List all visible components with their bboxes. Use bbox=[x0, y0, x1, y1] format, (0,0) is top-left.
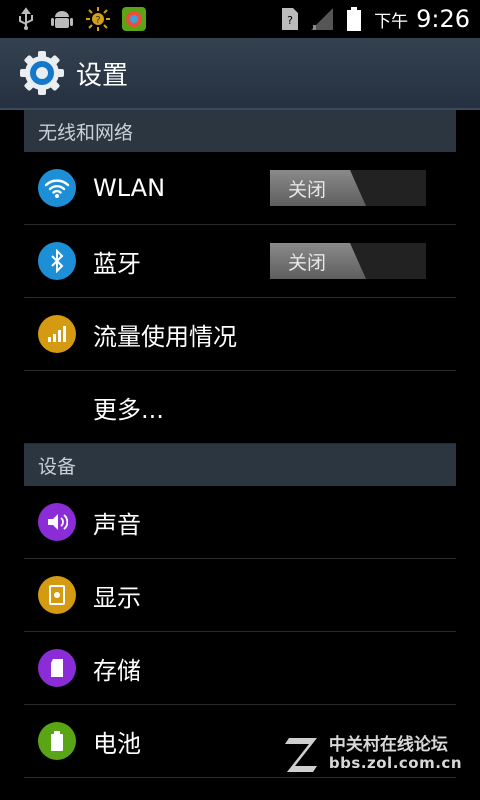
setting-label: 电池 bbox=[93, 729, 141, 758]
setting-label: 存储 bbox=[93, 656, 141, 685]
page-title: 设置 bbox=[76, 60, 129, 91]
section-header-device: 设备 bbox=[24, 444, 456, 486]
android-debug-icon bbox=[50, 7, 74, 31]
setting-display[interactable]: 显示 bbox=[24, 559, 456, 632]
blank-icon-slot bbox=[38, 388, 76, 426]
setting-label: WLAN bbox=[93, 174, 166, 202]
signal-icon bbox=[310, 7, 334, 31]
action-bar: 设置 bbox=[0, 38, 480, 110]
setting-label: 声音 bbox=[93, 510, 141, 539]
watermark: 中关村在线论坛 bbs.zol.com.cn bbox=[281, 732, 462, 776]
settings-list: 无线和网络 WLAN 关闭 蓝牙 关闭 流量使用情况 更多... 设备 声音 显… bbox=[24, 110, 456, 778]
bluetooth-icon bbox=[38, 242, 76, 280]
toggle-state: 关闭 bbox=[270, 170, 366, 206]
setting-data-usage[interactable]: 流量使用情况 bbox=[24, 298, 456, 371]
wifi-icon bbox=[38, 169, 76, 207]
toggle-state: 关闭 bbox=[270, 243, 366, 279]
setting-more[interactable]: 更多... bbox=[24, 371, 456, 444]
setting-label: 显示 bbox=[93, 583, 141, 612]
battery-icon bbox=[38, 722, 76, 760]
setting-label: 更多... bbox=[93, 395, 164, 424]
status-bar: ? ? 下午 9:26 bbox=[0, 0, 480, 38]
setting-label: 流量使用情况 bbox=[93, 322, 237, 351]
brightness-icon: ? bbox=[86, 7, 110, 31]
data-usage-icon bbox=[38, 315, 76, 353]
watermark-text: 中关村在线论坛 bbox=[328, 735, 448, 756]
time-period: 下午 bbox=[374, 11, 409, 32]
wlan-toggle[interactable]: 关闭 bbox=[270, 170, 426, 206]
app-store-icon bbox=[122, 7, 146, 31]
clock: 9:26 bbox=[416, 5, 470, 33]
usb-icon bbox=[14, 7, 38, 31]
battery-icon bbox=[342, 7, 366, 31]
zol-logo-icon bbox=[284, 738, 317, 772]
sd-card-icon bbox=[38, 649, 76, 687]
svg-text:?: ? bbox=[95, 15, 100, 26]
settings-gear-icon[interactable] bbox=[18, 49, 66, 97]
svg-text:?: ? bbox=[287, 14, 293, 27]
watermark-url: bbs.zol.com.cn bbox=[328, 754, 462, 773]
speaker-icon bbox=[38, 503, 76, 541]
setting-bluetooth[interactable]: 蓝牙 关闭 bbox=[24, 225, 456, 298]
display-icon bbox=[38, 576, 76, 614]
setting-storage[interactable]: 存储 bbox=[24, 632, 456, 705]
section-header-wireless: 无线和网络 bbox=[24, 110, 456, 152]
bluetooth-toggle[interactable]: 关闭 bbox=[270, 243, 426, 279]
sim-unknown-icon: ? bbox=[278, 7, 302, 31]
setting-sound[interactable]: 声音 bbox=[24, 486, 456, 559]
setting-label: 蓝牙 bbox=[93, 249, 141, 278]
setting-wlan[interactable]: WLAN 关闭 bbox=[24, 152, 456, 225]
